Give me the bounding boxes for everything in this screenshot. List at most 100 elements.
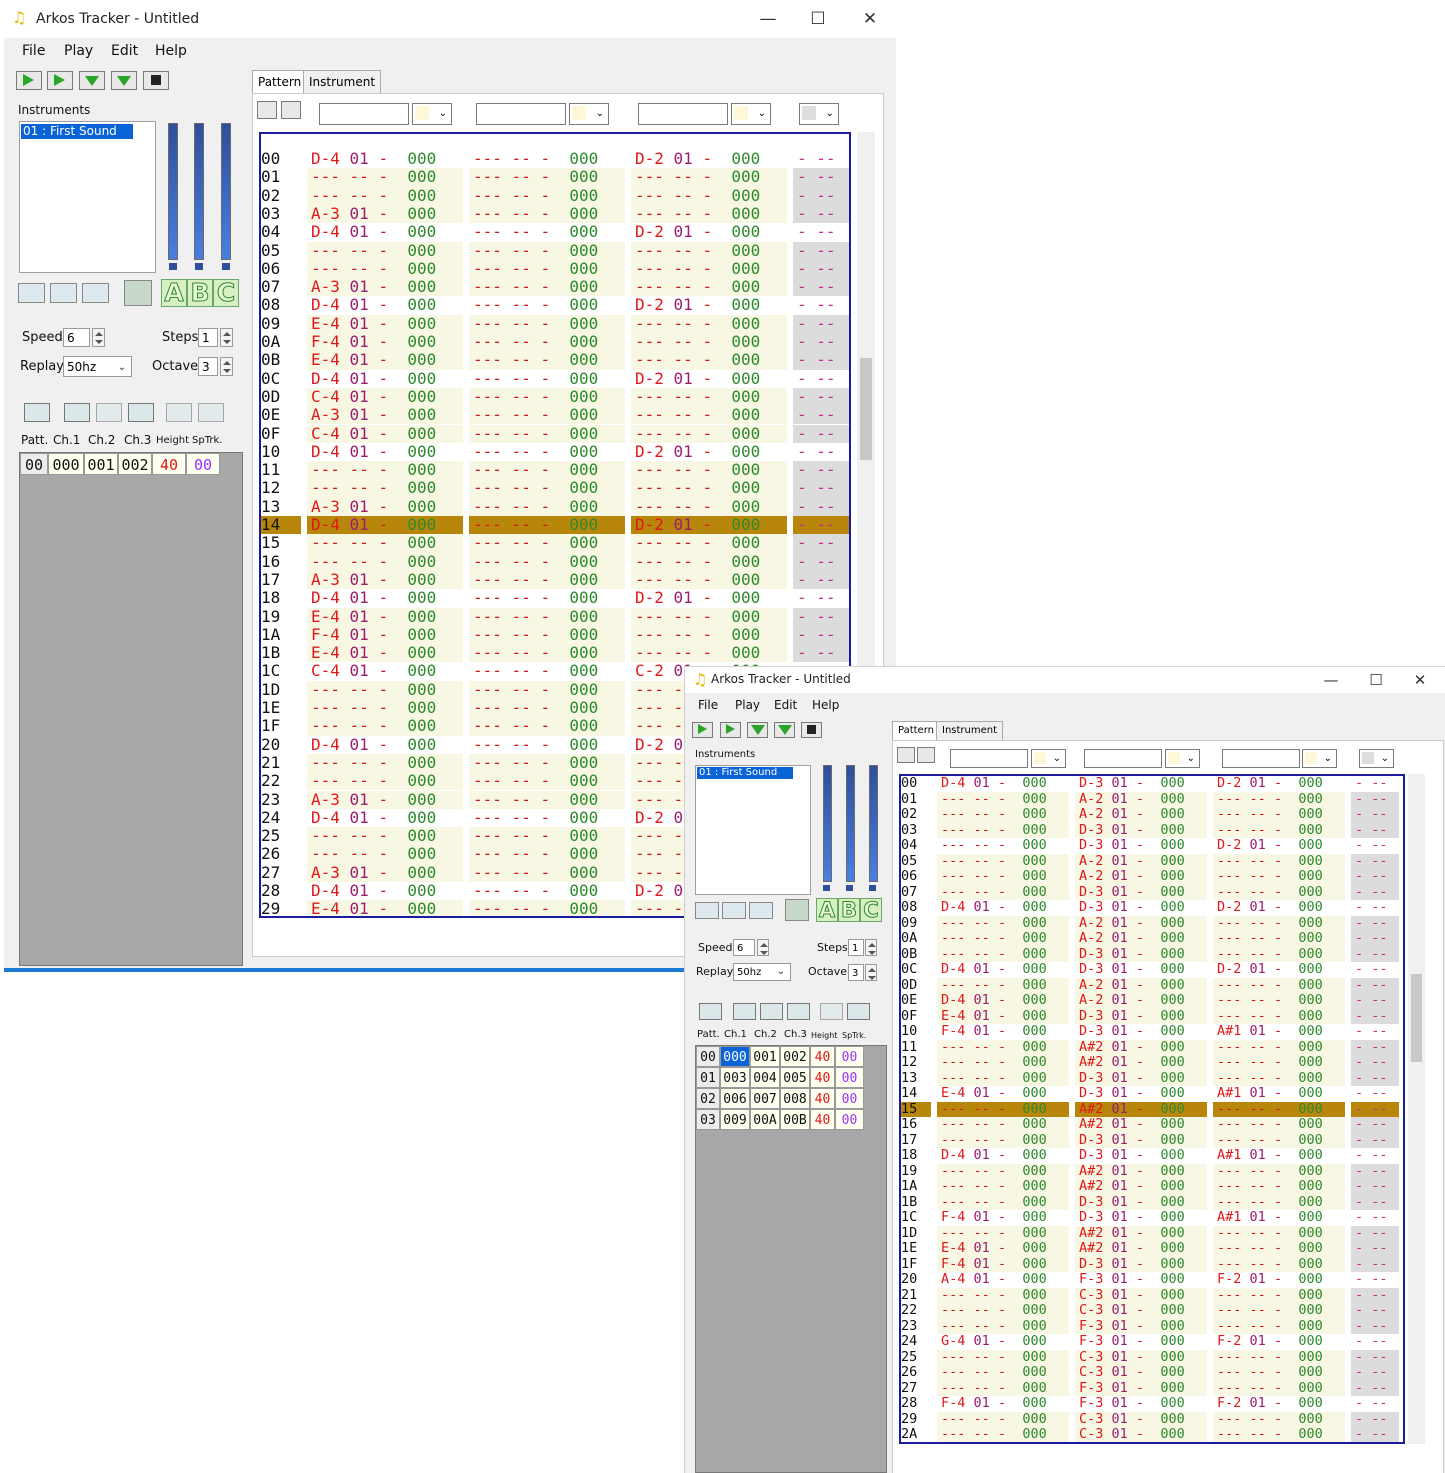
track-2-cell[interactable]: D-3 01 - 000: [1075, 1210, 1207, 1226]
track-2-cell[interactable]: D-3 01 - 000: [1075, 1008, 1207, 1024]
pattern-line[interactable]: 0C D-4 01 - 000 D-3 01 - 000 D-2 01 - 000 - …: [901, 962, 1403, 978]
track-2-cell[interactable]: --- -- - 000: [469, 589, 625, 608]
special-track-cell[interactable]: - --: [1351, 1070, 1399, 1086]
track-2-cell[interactable]: A#2 01 - 000: [1075, 1039, 1207, 1055]
track-2-cell[interactable]: A-2 01 - 000: [1075, 915, 1207, 931]
track-2-cell[interactable]: --- -- - 000: [469, 479, 625, 498]
track-3-cell[interactable]: A#1 01 - 000: [1213, 1210, 1345, 1226]
special-track-cell[interactable]: - --: [793, 552, 849, 571]
replay-select[interactable]: 50hz ⌄: [63, 356, 132, 377]
pattern-index[interactable]: 03: [696, 1109, 720, 1130]
ch1-track[interactable]: 006: [720, 1088, 750, 1109]
special-track-cell[interactable]: - --: [1351, 1163, 1399, 1179]
pattern-line[interactable]: 10 D-4 01 - 000 --- -- - 000 D-2 01 - 000 - …: [261, 442, 849, 462]
menu-help[interactable]: Help: [155, 43, 187, 59]
track-1-cell[interactable]: --- -- - 000: [307, 680, 463, 699]
track-1-cell[interactable]: D-4 01 - 000: [307, 369, 463, 388]
track-2-cell[interactable]: A#2 01 - 000: [1075, 1225, 1207, 1241]
pattern-line[interactable]: 19 E-4 01 - 000 --- -- - 000 --- -- - 000 - …: [261, 607, 849, 626]
tab-instrument[interactable]: Instrument: [936, 721, 1004, 740]
track-3-cell[interactable]: --- -- - 000: [1213, 1380, 1345, 1396]
track-3-cell[interactable]: --- -- - 000: [631, 552, 787, 571]
track-1-cell[interactable]: --- -- - 000: [307, 479, 463, 498]
track-3-cell[interactable]: --- -- - 000: [1213, 1179, 1345, 1195]
track-name-1[interactable]: [319, 103, 409, 125]
track-1-cell[interactable]: D-4 01 - 000: [937, 962, 1069, 978]
pattern-line[interactable]: 26 --- -- - 000 C-3 01 - 000 --- -- - 000 - …: [901, 1365, 1403, 1381]
pattern-height[interactable]: 40: [810, 1109, 835, 1130]
pattern-line[interactable]: 02 --- -- - 000 A-2 01 - 000 --- -- - 000 - …: [901, 807, 1403, 823]
track-1-cell[interactable]: F-4 01 - 000: [937, 1256, 1069, 1272]
ch2-track[interactable]: 007: [750, 1088, 780, 1109]
track-1-cell[interactable]: A-4 01 - 000: [937, 1272, 1069, 1288]
track-1-cell[interactable]: A-3 01 - 000: [307, 570, 463, 590]
pattern-line[interactable]: 1A --- -- - 000 A#2 01 - 000 --- -- - 000 - …: [901, 1179, 1403, 1195]
track-name-2[interactable]: [1084, 749, 1162, 768]
special-track-cell[interactable]: - --: [793, 461, 849, 480]
track-2-cell[interactable]: F-3 01 - 000: [1075, 1318, 1207, 1334]
track-2-cell[interactable]: --- -- - 000: [469, 461, 625, 480]
track-3-cell[interactable]: A#1 01 - 000: [1213, 1024, 1345, 1040]
channel-b-toggle[interactable]: B: [187, 279, 213, 307]
track-2-cell[interactable]: --- -- - 000: [469, 259, 625, 279]
special-track-cell[interactable]: - --: [793, 387, 849, 407]
track-1-cell[interactable]: E-4 01 - 000: [937, 1086, 1069, 1102]
track-3-cell[interactable]: --- -- - 000: [631, 333, 787, 352]
track-2-cell[interactable]: A#2 01 - 000: [1075, 1163, 1207, 1179]
track-3-cell[interactable]: D-2 01 - 000: [1213, 962, 1345, 978]
track-3-cell[interactable]: --- -- - 000: [631, 204, 787, 224]
special-track-cell[interactable]: - --: [1351, 1396, 1399, 1412]
track-1-cell[interactable]: E-4 01 - 000: [307, 314, 463, 333]
track-3-cell[interactable]: --- -- - 000: [631, 479, 787, 498]
pattern-line[interactable]: 17 --- -- - 000 D-3 01 - 000 --- -- - 000 - …: [901, 1132, 1403, 1148]
pattern-line[interactable]: 15 --- -- - 000 --- -- - 000 --- -- - 000 - …: [261, 534, 849, 553]
track-2-cell[interactable]: --- -- - 000: [469, 625, 625, 645]
ch1-track[interactable]: 003: [720, 1067, 750, 1088]
pattern-line[interactable]: 21 --- -- - 000 C-3 01 - 000 --- -- - 000 - …: [901, 1287, 1403, 1303]
track-2-cell[interactable]: A#2 01 - 000: [1075, 1179, 1207, 1195]
track-1-cell[interactable]: --- -- - 000: [937, 1349, 1069, 1365]
track-3-cell[interactable]: --- -- - 000: [1213, 1256, 1345, 1272]
special-track-cell[interactable]: - --: [793, 168, 849, 187]
pattern-line[interactable]: 10 F-4 01 - 000 D-3 01 - 000 A#1 01 - 000 - …: [901, 1024, 1403, 1040]
special-track-cell[interactable]: - --: [793, 497, 849, 516]
special-track[interactable]: 00: [835, 1109, 864, 1130]
track-1-cell[interactable]: --- -- - 000: [937, 1365, 1069, 1381]
track-2-cell[interactable]: --- -- - 000: [469, 424, 625, 443]
search-icon[interactable]: [699, 1003, 722, 1020]
track-3-cell[interactable]: --- -- - 000: [1213, 1318, 1345, 1334]
track-1-cell[interactable]: --- -- - 000: [307, 168, 463, 187]
pattern-line[interactable]: 0B E-4 01 - 000 --- -- - 000 --- -- - 000 - …: [261, 351, 849, 370]
pattern-line[interactable]: 23 --- -- - 000 F-3 01 - 000 --- -- - 000 - …: [901, 1318, 1403, 1334]
track-3-cell[interactable]: D-2 01 - 000: [631, 369, 787, 388]
track-1-cell[interactable]: --- -- - 000: [307, 717, 463, 736]
track-2-cell[interactable]: --- -- - 000: [469, 204, 625, 224]
track-2-cell[interactable]: --- -- - 000: [469, 790, 625, 809]
track-1-cell[interactable]: --- -- - 000: [937, 853, 1069, 869]
octave-stepper[interactable]: [865, 964, 877, 981]
close-button[interactable]: ✕: [1402, 667, 1438, 693]
track-3-cell[interactable]: --- -- - 000: [631, 278, 787, 297]
track-3-cell[interactable]: --- -- - 000: [1213, 1008, 1345, 1024]
menu-file[interactable]: File: [698, 698, 718, 712]
track-1-cell[interactable]: E-4 01 - 000: [937, 1008, 1069, 1024]
track-3-cell[interactable]: --- -- - 000: [631, 570, 787, 590]
track-1-cell[interactable]: D-4 01 - 000: [307, 296, 463, 315]
special-track-cell[interactable]: - --: [793, 644, 849, 663]
pattern-line[interactable]: 14 D-4 01 - 000 --- -- - 000 D-2 01 - 000 - …: [261, 516, 849, 535]
pattern-line[interactable]: 15 --- -- - 000 A#2 01 - 000 --- -- - 000 - …: [901, 1101, 1403, 1117]
track-3-cell[interactable]: --- -- - 000: [1213, 1101, 1345, 1117]
track-2-cell[interactable]: --- -- - 000: [469, 882, 625, 901]
track-3-cell[interactable]: F-2 01 - 000: [1213, 1334, 1345, 1350]
pattern-line[interactable]: 1B --- -- - 000 D-3 01 - 000 --- -- - 000 - …: [901, 1194, 1403, 1210]
track-2-cell[interactable]: --- -- - 000: [469, 644, 625, 663]
pattern-line[interactable]: 22 --- -- - 000 C-3 01 - 000 --- -- - 000 - …: [901, 1303, 1403, 1319]
track-2-cell[interactable]: D-3 01 - 000: [1075, 822, 1207, 838]
special-track-cell[interactable]: - --: [793, 314, 849, 333]
track-3-cell[interactable]: --- -- - 000: [1213, 1303, 1345, 1319]
track-1-cell[interactable]: --- -- - 000: [937, 1101, 1069, 1117]
special-track-cell[interactable]: - --: [793, 516, 849, 535]
pattern-line[interactable]: 11 --- -- - 000 --- -- - 000 --- -- - 000 - …: [261, 461, 849, 480]
special-track-cell[interactable]: - --: [1351, 946, 1399, 962]
track-2-cell[interactable]: A-2 01 - 000: [1075, 791, 1207, 807]
